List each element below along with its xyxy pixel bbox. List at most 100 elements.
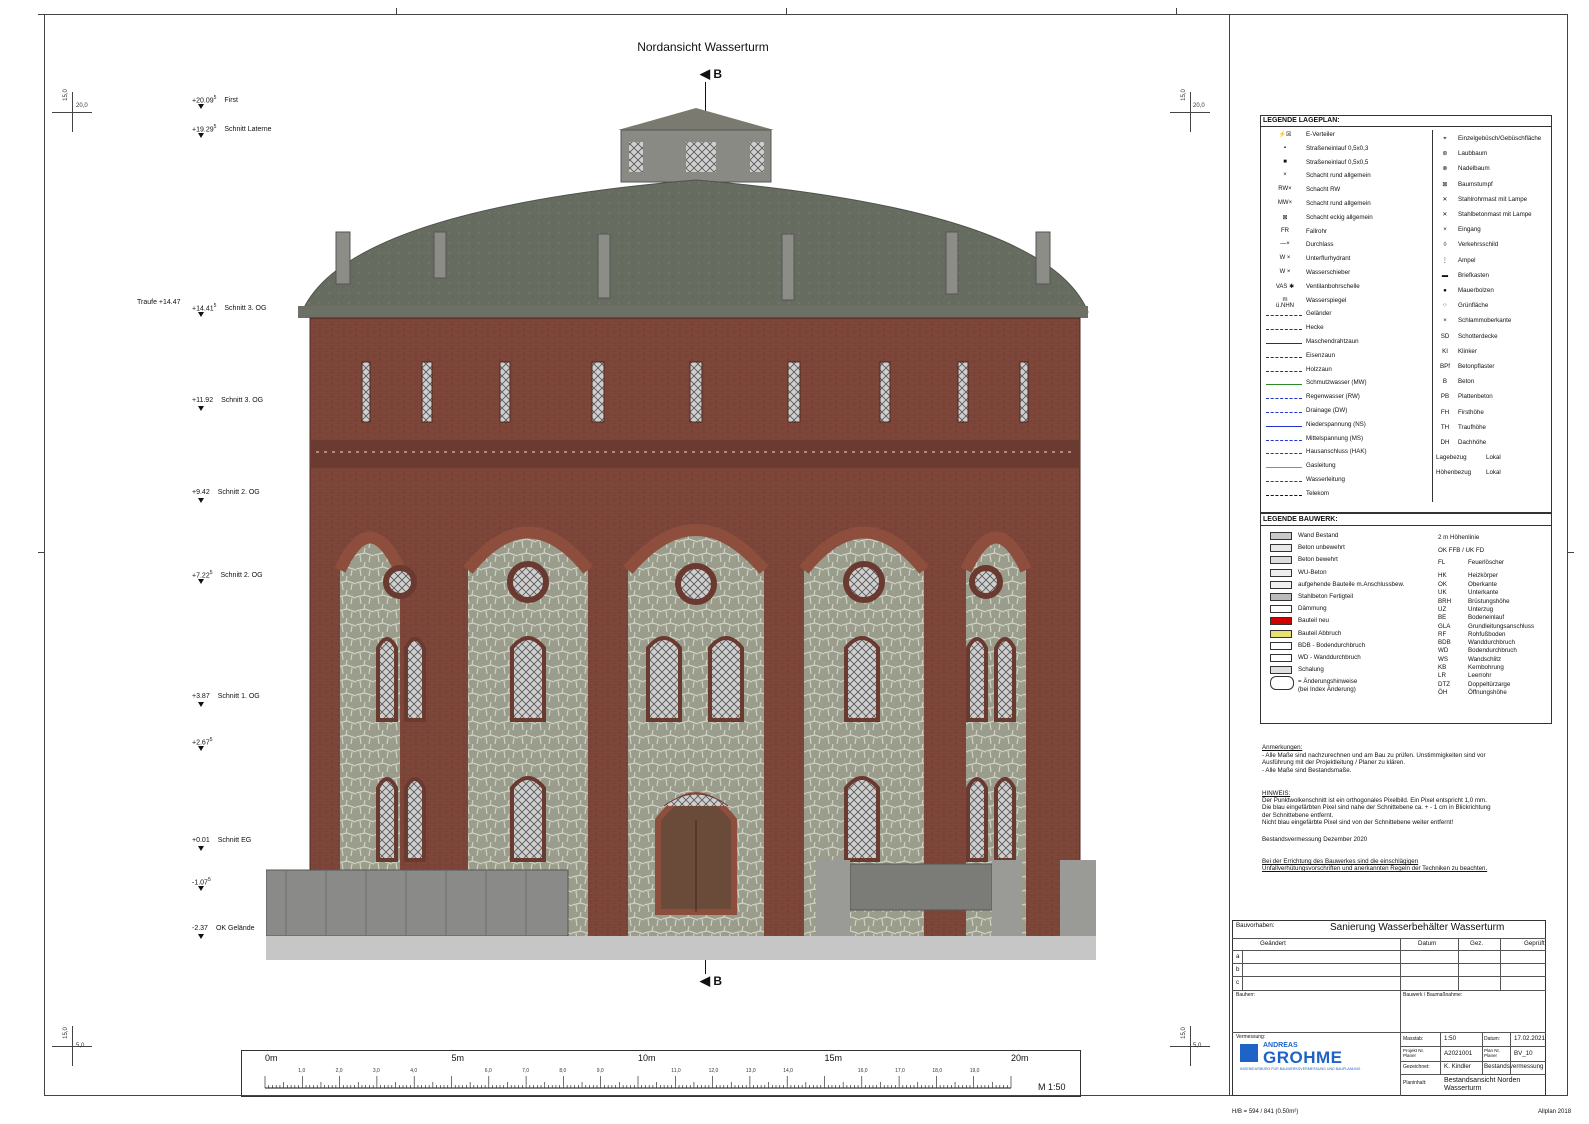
tb-rule [1232, 1032, 1546, 1033]
legend-item-label: Telekom [1306, 489, 1330, 497]
lantern-vent [686, 142, 716, 172]
legend-item-label: Nadelbaum [1458, 165, 1490, 173]
legend-item-label: Eingang [1458, 226, 1481, 234]
tb-bauwerk: Bauwerk / Baumaßnahme: [1403, 992, 1463, 998]
tb-rule [1400, 1074, 1546, 1075]
legend-symbol: ÖH [1438, 688, 1448, 696]
legend-swatch [1270, 629, 1292, 638]
legend-symbol-icon: VAS ✱ [1275, 283, 1295, 290]
crosshair-bottom-left [52, 1026, 92, 1066]
legend-item-label: Baumstumpf [1458, 180, 1493, 188]
legend-item-label: Lokal [1486, 469, 1501, 477]
tb-rule [1232, 963, 1546, 964]
legend-item-label: Öffnungshöhe [1468, 688, 1507, 696]
tb-rule [1458, 938, 1459, 990]
legend-symbol: BRH [1438, 597, 1452, 605]
legend-item-label: Bodendurchbruch [1468, 647, 1517, 655]
legend-swatch [1270, 617, 1292, 626]
tb-massstab: 1:50 [1444, 1035, 1457, 1042]
elevation-level: +2.675 [192, 737, 213, 746]
legend-item-label: Straßeneinlauf 0,5x0,3 [1306, 144, 1369, 152]
legend-line-symbol [1266, 315, 1302, 317]
frame-tick [38, 14, 44, 15]
level-value: +9.42 [192, 489, 210, 496]
legend-symbol: BE [1438, 614, 1447, 622]
legend-rule [1260, 126, 1552, 127]
legend-item-label: Straßeneinlauf 0,5x0,5 [1306, 158, 1369, 166]
legend-item-label: Bauteil neu [1298, 617, 1329, 625]
legend-line-symbol [1266, 329, 1302, 331]
legend-item-label: Schlammoberkante [1458, 317, 1512, 325]
tb-rule [1232, 938, 1546, 939]
legend-item-label: Gasleitung [1306, 462, 1336, 470]
level-label: First [224, 97, 238, 105]
legend-item-label: Verkehrsschild [1458, 241, 1499, 249]
ground [266, 936, 1096, 960]
section-mark-top: ◀ B [700, 66, 723, 81]
legend-item-label: Schotterdecke [1458, 332, 1498, 340]
legend-symbol-icon: W × [1279, 269, 1291, 275]
crosshair-label: 5,0 [76, 1043, 85, 1049]
legend-symbol-icon: MW× [1277, 200, 1293, 206]
tb-planinhalt-2: Wasserturm [1444, 1085, 1482, 1092]
legend-swatch [1270, 532, 1292, 540]
level-triangle-icon [198, 846, 204, 851]
legend-item-label: Dämmung [1298, 605, 1327, 613]
legend-line-symbol [1266, 412, 1302, 413]
legend-item-label: Beton bewehrt [1298, 556, 1338, 564]
tb-col-geprueft: Geprüft [1524, 940, 1545, 947]
legend-item-label: Niederspannung (NS) [1306, 420, 1366, 428]
legend-item-label: Holzzaun [1306, 365, 1332, 373]
tb-col-geaendert: Geändert [1260, 940, 1286, 947]
legend-symbol-icon: ⊛ [1442, 150, 1448, 158]
tb-plan: BV_10 [1514, 1050, 1533, 1057]
pillar [1060, 860, 1096, 936]
legend-symbol-icon: W × [1279, 255, 1291, 262]
legend-line-symbol [1266, 425, 1302, 427]
legend-item-label: Ampel [1458, 256, 1476, 264]
legend-symbol-icon: ● [1443, 287, 1447, 294]
tb-planinhalt-1: Bestandsansicht Norden [1444, 1077, 1521, 1084]
legend-symbol-icon: PB [1440, 393, 1450, 401]
legend-symbol-icon: TH [1440, 423, 1450, 431]
tb-rule [1242, 950, 1243, 990]
legend-symbol-icon: × [1443, 317, 1447, 325]
legend-symbol-icon: ⊗ [1442, 165, 1448, 173]
legend-item-label: Rohfußboden [1468, 630, 1506, 638]
legend-line-symbol [1266, 467, 1302, 469]
elevation-level: +7.225 Schnitt 2. OG [192, 570, 263, 579]
legend-item-label: Oberkante [1468, 581, 1497, 588]
legend-symbol-icon: KI [1442, 347, 1448, 355]
legend-item-label: Hecke [1306, 324, 1324, 332]
legend-item-label: Grundleitungsanschluss [1468, 622, 1535, 630]
legend-symbol: 2 m Höhenlinie [1438, 534, 1480, 541]
legend-item-label: Stahlrohrmast mit Lampe [1458, 195, 1528, 203]
tb-row: c [1236, 979, 1240, 986]
frame-tick [38, 552, 44, 553]
tb-rule [1482, 1032, 1483, 1074]
note-line: Ausführung mit der Projektleitung / Plan… [1262, 759, 1406, 767]
crosshair-bottom-right [1170, 1026, 1210, 1066]
legend-item-label: Briefkasten [1458, 271, 1489, 279]
legend-item-label: Beton [1458, 378, 1475, 386]
legend-item-label: Laubbaum [1458, 150, 1488, 158]
crosshair-label: 15,0 [1180, 1027, 1187, 1039]
legend-item-label: Mittelspannung (MS) [1306, 434, 1364, 442]
elevation-level: +14.415 Schnitt 3. OG [192, 303, 266, 312]
legend-item-label: Betonpflaster [1458, 363, 1495, 370]
notes-title: Anmerkungen: [1262, 744, 1303, 751]
tb-rule [1500, 938, 1501, 990]
legend-item-label: Kernbohrung [1468, 664, 1504, 671]
tb-rule [1440, 1032, 1441, 1074]
level-value: +0.01 [192, 837, 210, 844]
legend-symbol-icon: ■ [1283, 158, 1287, 165]
legend-item-label: Wand Bestand [1298, 532, 1339, 539]
note-line: Die blau eingefärbten Pixel sind nahe de… [1262, 804, 1491, 812]
tb-rule [1400, 938, 1401, 1096]
crosshair-label: 5,0 [1193, 1043, 1202, 1049]
legend-swatch [1270, 641, 1292, 650]
legend-item-label: Firsthöhe [1458, 408, 1484, 416]
legend-symbol-icon: Lagebezug [1436, 454, 1467, 462]
frame-tick [786, 8, 787, 14]
legend-symbol: GLA [1438, 622, 1451, 630]
